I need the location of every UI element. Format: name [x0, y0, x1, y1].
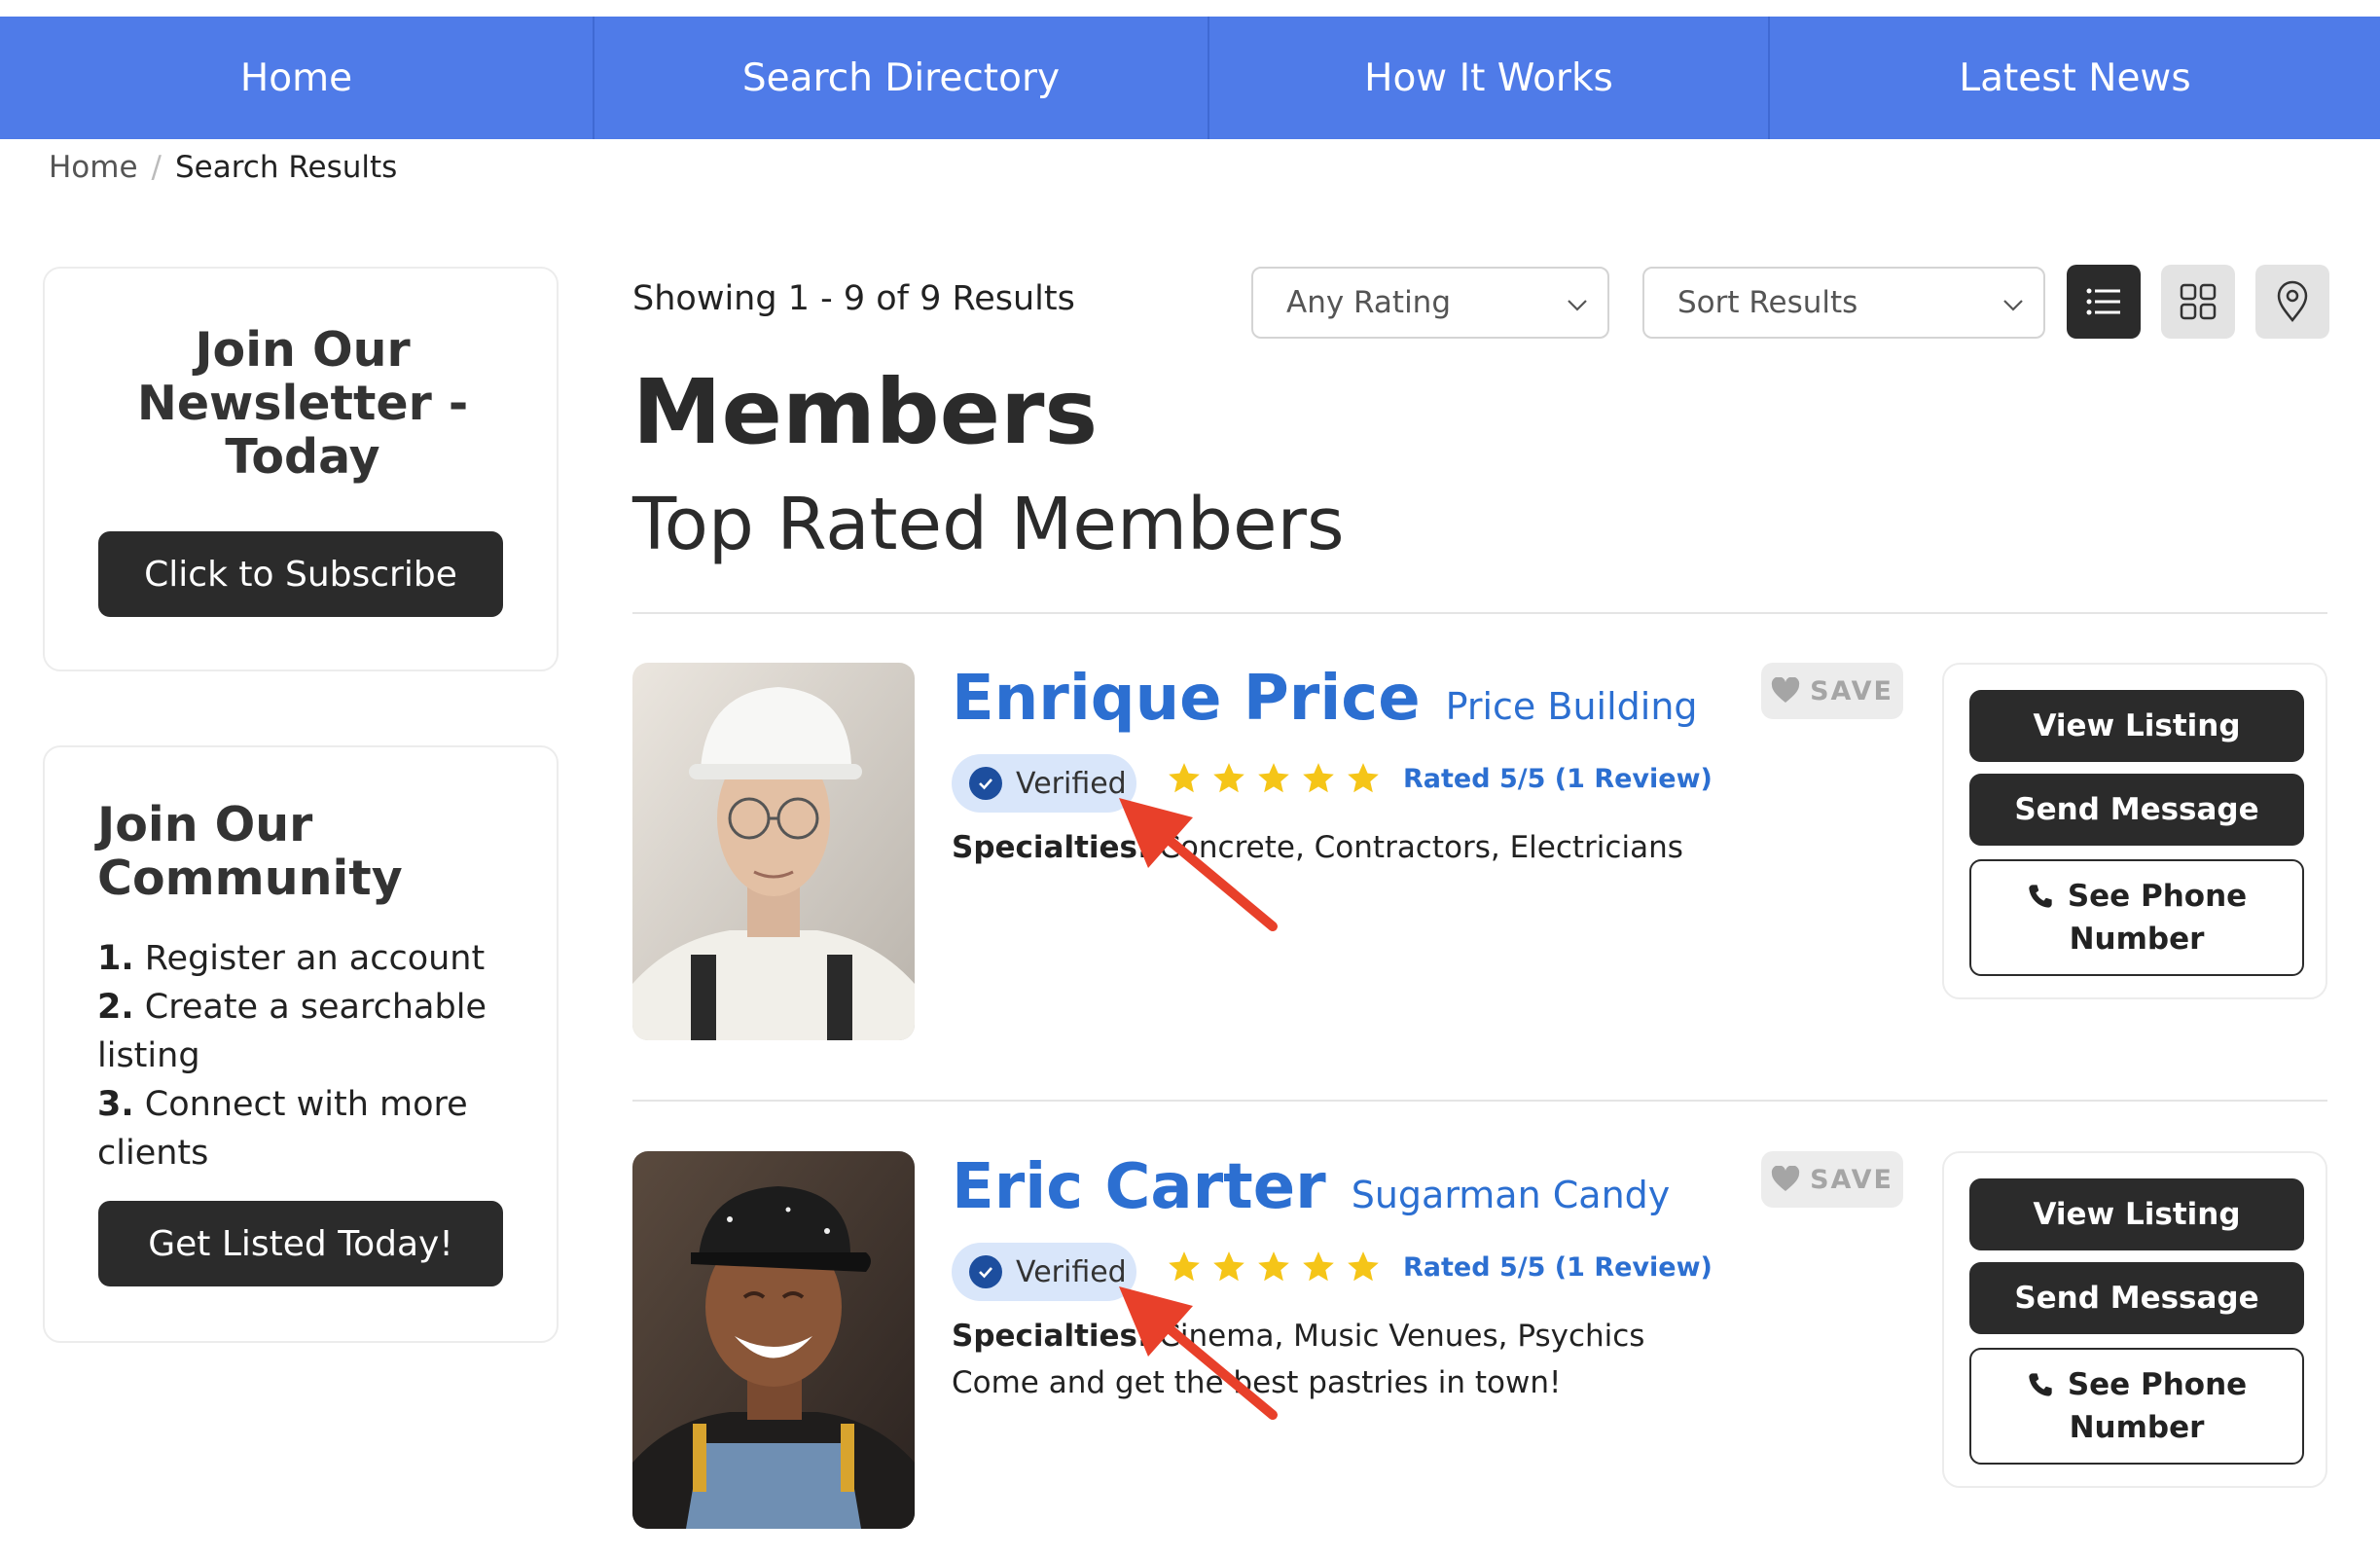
chevron-down-icon	[1568, 300, 1587, 311]
see-phone-button[interactable]: See Phone Number	[1969, 1348, 2304, 1465]
listing-actions: View Listing Send Message See Phone Numb…	[1942, 663, 2327, 999]
breadcrumb-current: Search Results	[175, 150, 398, 185]
breadcrumb-home-link[interactable]: Home	[49, 150, 138, 185]
page-subtitle: Top Rated Members	[632, 483, 1345, 566]
member-name-link[interactable]: Eric Carter Sugarman Candy	[952, 1151, 1670, 1223]
step-text: Register an account	[144, 939, 486, 978]
star-icon	[1303, 1251, 1334, 1282]
sort-results-select[interactable]: Sort Results	[1642, 267, 2045, 339]
view-listing-button[interactable]: View Listing	[1969, 1178, 2304, 1250]
subscribe-button[interactable]: Click to Subscribe	[98, 531, 503, 617]
member-photo-image	[632, 1151, 915, 1529]
see-phone-line1: See Phone	[2067, 1367, 2248, 1402]
step-number: 1.	[97, 939, 134, 978]
member-name: Eric Carter	[952, 1151, 1326, 1223]
step-text: Create a searchable listing	[97, 988, 487, 1075]
step-text: Connect with more clients	[97, 1085, 468, 1173]
star-icon	[1258, 763, 1289, 793]
listing-actions: View Listing Send Message See Phone Numb…	[1942, 1151, 2327, 1488]
heart-icon	[1771, 1166, 1800, 1191]
star-icon	[1258, 1251, 1289, 1282]
rating-stars: Rated 5/5 (1 Review)	[1166, 760, 1713, 797]
see-phone-row: See Phone	[2027, 1363, 2247, 1406]
save-button[interactable]: SAVE	[1761, 663, 1903, 719]
member-listing: Eric Carter Sugarman Candy Verified Rated…	[632, 1151, 2327, 1540]
chevron-down-icon	[2003, 300, 2023, 311]
star-icon	[1169, 1251, 1200, 1282]
send-message-button[interactable]: Send Message	[1969, 1262, 2304, 1334]
member-listing: Enrique Price Price Building Verified Rat…	[632, 663, 2327, 1052]
star-icon	[1213, 1251, 1244, 1282]
get-listed-button[interactable]: Get Listed Today!	[98, 1201, 503, 1286]
see-phone-button[interactable]: See Phone Number	[1969, 859, 2304, 976]
send-message-button[interactable]: Send Message	[1969, 774, 2304, 846]
community-steps: 1. Register an account 2. Create a searc…	[97, 934, 506, 1177]
newsletter-title: Join Our Newsletter - Today	[136, 322, 469, 485]
check-icon	[969, 767, 1002, 800]
nav-search-directory[interactable]: Search Directory	[595, 17, 1209, 139]
results-count: Showing 1 - 9 of 9 Results	[632, 279, 1075, 318]
community-title: Join Our Community	[97, 797, 403, 906]
newsletter-card: Join Our Newsletter - Today Click to Sub…	[43, 267, 559, 671]
map-pin-icon	[2277, 280, 2308, 323]
top-strip	[0, 0, 2380, 17]
phone-icon	[2029, 885, 2052, 908]
see-phone-line2: Number	[2069, 1410, 2205, 1445]
list-view-button[interactable]	[2067, 265, 2141, 339]
rating-stars: Rated 5/5 (1 Review)	[1166, 1249, 1713, 1285]
star-icon	[1348, 1251, 1379, 1282]
specialties: Specialties: Concrete, Contractors, Elec…	[952, 830, 1683, 865]
verified-label: Verified	[1016, 766, 1127, 801]
main-nav: Home Search Directory How It Works Lates…	[0, 17, 2380, 139]
verified-label: Verified	[1016, 1254, 1127, 1289]
star-icon	[1169, 763, 1200, 793]
member-company[interactable]: Price Building	[1446, 685, 1698, 728]
member-photo[interactable]	[632, 1151, 915, 1529]
nav-latest-news[interactable]: Latest News	[1770, 17, 2380, 139]
community-step: 1. Register an account	[97, 934, 506, 983]
sort-results-value: Sort Results	[1677, 285, 1858, 320]
see-phone-line2: Number	[2069, 922, 2205, 957]
star-icon	[1303, 763, 1334, 793]
divider	[632, 1100, 2327, 1102]
member-company[interactable]: Sugarman Candy	[1352, 1174, 1671, 1216]
rating-filter-value: Any Rating	[1286, 285, 1452, 320]
member-name: Enrique Price	[952, 663, 1421, 735]
member-photo[interactable]	[632, 663, 915, 1040]
heart-icon	[1771, 677, 1800, 703]
see-phone-row: See Phone	[2027, 875, 2247, 918]
member-photo-image	[632, 663, 915, 1040]
step-number: 2.	[97, 988, 134, 1027]
nav-home[interactable]: Home	[0, 17, 595, 139]
save-button[interactable]: SAVE	[1761, 1151, 1903, 1208]
member-name-link[interactable]: Enrique Price Price Building	[952, 663, 1698, 735]
check-icon	[969, 1255, 1002, 1288]
community-step: 2. Create a searchable listing	[97, 983, 506, 1080]
page-title: Members	[632, 360, 1099, 464]
save-label: SAVE	[1810, 675, 1893, 706]
annotation-arrow	[1119, 798, 1278, 931]
view-listing-button[interactable]: View Listing	[1969, 690, 2304, 762]
star-icon	[1213, 763, 1244, 793]
phone-icon	[2029, 1373, 2052, 1396]
community-step: 3. Connect with more clients	[97, 1080, 506, 1177]
rating-filter-select[interactable]: Any Rating	[1251, 267, 1609, 339]
nav-how-it-works[interactable]: How It Works	[1209, 17, 1770, 139]
star-icon	[1348, 763, 1379, 793]
breadcrumb-separator: /	[151, 150, 162, 185]
save-label: SAVE	[1810, 1164, 1893, 1195]
step-number: 3.	[97, 1085, 134, 1124]
divider	[632, 612, 2327, 614]
map-view-button[interactable]	[2255, 265, 2329, 339]
rating-text-link[interactable]: Rated 5/5 (1 Review)	[1403, 764, 1713, 794]
community-card: Join Our Community 1. Register an accoun…	[43, 745, 559, 1343]
grid-view-button[interactable]	[2161, 265, 2235, 339]
grid-view-icon	[2180, 283, 2217, 320]
see-phone-line1: See Phone	[2067, 879, 2248, 914]
breadcrumb: Home / Search Results	[49, 150, 397, 185]
rating-text-link[interactable]: Rated 5/5 (1 Review)	[1403, 1252, 1713, 1283]
specialties: Specialties: Cinema, Music Venues, Psych…	[952, 1319, 1644, 1354]
list-view-icon	[2086, 288, 2120, 315]
annotation-arrow	[1119, 1286, 1278, 1420]
